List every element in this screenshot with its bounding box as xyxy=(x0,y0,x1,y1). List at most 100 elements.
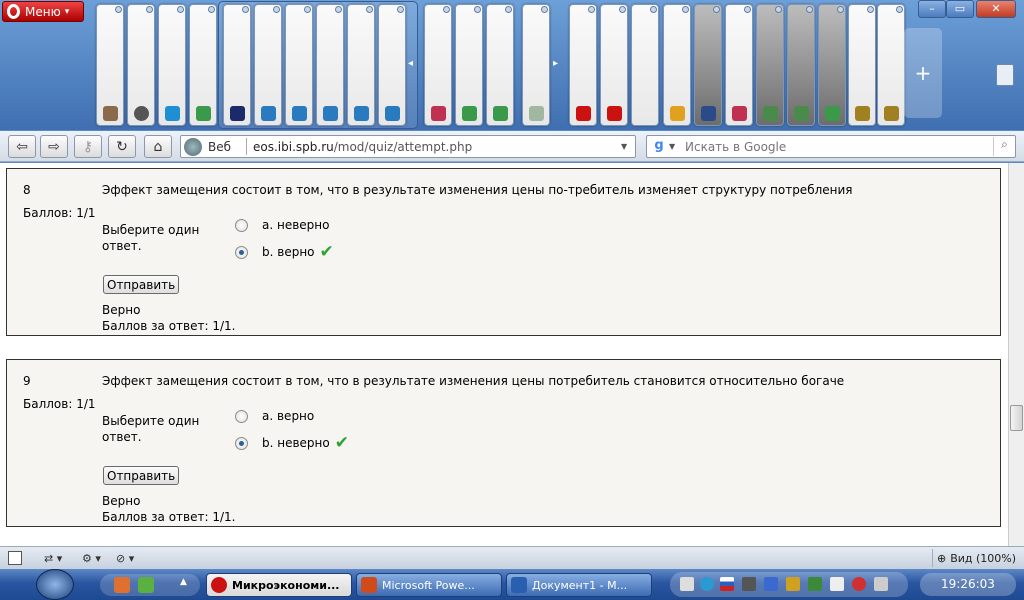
close-icon[interactable] xyxy=(619,6,626,13)
answer-option[interactable]: a. неверно xyxy=(235,218,329,232)
tray-icon[interactable] xyxy=(808,577,822,591)
sync-icon[interactable]: ⇄ ▾ xyxy=(44,550,62,566)
tab-thumbnail[interactable] xyxy=(189,4,217,126)
tab-thumbnail[interactable] xyxy=(96,4,124,126)
close-icon[interactable] xyxy=(896,6,903,13)
tray-icon[interactable] xyxy=(764,577,778,591)
close-icon[interactable] xyxy=(541,6,548,13)
zoom-control[interactable]: ⊕ Вид (100%) xyxy=(932,549,1020,567)
scroll-right-icon[interactable]: ▸ xyxy=(553,58,558,69)
minimize-button[interactable]: – xyxy=(918,0,946,18)
tab-thumbnail[interactable] xyxy=(127,4,155,126)
answer-option[interactable]: a. верно xyxy=(235,409,314,423)
language-icon[interactable] xyxy=(720,577,734,591)
chevron-down-icon[interactable]: ▼ xyxy=(669,142,681,151)
close-icon[interactable] xyxy=(713,6,720,13)
forward-button[interactable]: ⇨ xyxy=(40,135,68,158)
chevron-up-icon[interactable]: ▲ xyxy=(180,577,196,593)
block-content-icon[interactable]: ⊘ ▾ xyxy=(116,550,134,566)
answer-radio[interactable] xyxy=(235,218,248,232)
tab-thumbnail[interactable] xyxy=(223,4,251,126)
tab-thumbnail[interactable] xyxy=(424,4,452,126)
battery-icon[interactable] xyxy=(874,577,888,591)
new-tab-button[interactable]: + xyxy=(904,28,942,118)
tab-thumbnail[interactable] xyxy=(254,4,282,126)
taskbar-clock[interactable]: 19:26:03 xyxy=(920,573,1016,596)
taskbar-button[interactable]: Микроэкономи... xyxy=(206,573,352,597)
key-button[interactable]: ⚷ xyxy=(74,135,102,158)
taskbar-button[interactable]: Документ1 - M... xyxy=(506,573,652,597)
close-icon[interactable] xyxy=(115,6,122,13)
scroll-thumb[interactable] xyxy=(1010,405,1023,431)
tab-thumbnail[interactable] xyxy=(877,4,905,126)
close-icon[interactable] xyxy=(682,6,689,13)
close-icon[interactable] xyxy=(443,6,450,13)
tab-thumbnail[interactable] xyxy=(818,4,846,126)
close-icon[interactable] xyxy=(208,6,215,13)
answer-option[interactable]: b. верно ✔ xyxy=(235,242,334,262)
tab-thumbnail[interactable] xyxy=(316,4,344,126)
back-button[interactable]: ⇦ xyxy=(8,135,36,158)
tab-thumbnail-active[interactable] xyxy=(848,4,876,126)
tab-thumbnail[interactable] xyxy=(725,4,753,126)
tab-thumbnail[interactable] xyxy=(486,4,514,126)
tray-icon[interactable] xyxy=(786,577,800,591)
close-icon[interactable] xyxy=(242,6,249,13)
answer-option[interactable]: b. неверно ✔ xyxy=(235,433,349,453)
app-icon[interactable] xyxy=(114,577,130,593)
close-icon[interactable] xyxy=(273,6,280,13)
app-icon[interactable] xyxy=(138,577,154,593)
tab-thumbnail[interactable] xyxy=(285,4,313,126)
tray-icon[interactable] xyxy=(700,577,714,591)
close-icon[interactable] xyxy=(588,6,595,13)
google-icon[interactable]: g xyxy=(649,138,669,155)
tab-thumbnail[interactable] xyxy=(756,4,784,126)
close-icon[interactable] xyxy=(474,6,481,13)
submit-button[interactable]: Отправить xyxy=(103,275,180,294)
close-icon[interactable] xyxy=(775,6,782,13)
scroll-left-icon[interactable]: ◂ xyxy=(408,58,413,69)
close-icon[interactable] xyxy=(304,6,311,13)
close-icon[interactable] xyxy=(806,6,813,13)
search-icon[interactable]: ⌕ xyxy=(993,137,1015,156)
tab-thumbnail[interactable] xyxy=(787,4,815,126)
close-icon[interactable] xyxy=(505,6,512,13)
trash-icon[interactable] xyxy=(996,64,1014,86)
answer-radio[interactable] xyxy=(235,245,248,259)
tab-thumbnail[interactable] xyxy=(569,4,597,126)
close-icon[interactable] xyxy=(335,6,342,13)
restore-button[interactable]: ▭ xyxy=(946,0,974,18)
tab-thumbnail[interactable] xyxy=(378,4,406,126)
tray-icon[interactable] xyxy=(680,577,694,591)
tab-thumbnail[interactable] xyxy=(631,4,659,126)
tab-thumbnail[interactable] xyxy=(455,4,483,126)
network-icon[interactable] xyxy=(830,577,844,591)
opera-menu-button[interactable]: Меню ▾ xyxy=(2,1,84,22)
home-button[interactable]: ⌂ xyxy=(144,135,172,158)
answer-radio[interactable] xyxy=(235,436,248,450)
panel-toggle-icon[interactable] xyxy=(8,550,22,566)
answer-radio[interactable] xyxy=(235,409,248,423)
close-icon[interactable] xyxy=(397,6,404,13)
tray-icon[interactable] xyxy=(742,577,756,591)
close-icon[interactable] xyxy=(837,6,844,13)
close-window-button[interactable]: ✕ xyxy=(976,0,1016,18)
close-icon[interactable] xyxy=(177,6,184,13)
close-icon[interactable] xyxy=(650,6,657,13)
close-icon[interactable] xyxy=(867,6,874,13)
tab-thumbnail[interactable] xyxy=(347,4,375,126)
tab-thumbnail[interactable] xyxy=(663,4,691,126)
tab-thumbnail[interactable] xyxy=(600,4,628,126)
submit-button[interactable]: Отправить xyxy=(103,466,180,485)
taskbar-button[interactable]: Microsoft Powe... xyxy=(356,573,502,597)
turbo-icon[interactable]: ⚙ ▾ xyxy=(82,550,101,566)
search-input[interactable] xyxy=(681,139,993,154)
volume-icon[interactable] xyxy=(852,577,866,591)
chevron-down-icon[interactable]: ▼ xyxy=(621,142,635,151)
tab-thumbnail[interactable] xyxy=(158,4,186,126)
close-icon[interactable] xyxy=(146,6,153,13)
start-button[interactable] xyxy=(36,569,74,600)
close-icon[interactable] xyxy=(366,6,373,13)
close-icon[interactable] xyxy=(744,6,751,13)
tab-thumbnail[interactable] xyxy=(694,4,722,126)
